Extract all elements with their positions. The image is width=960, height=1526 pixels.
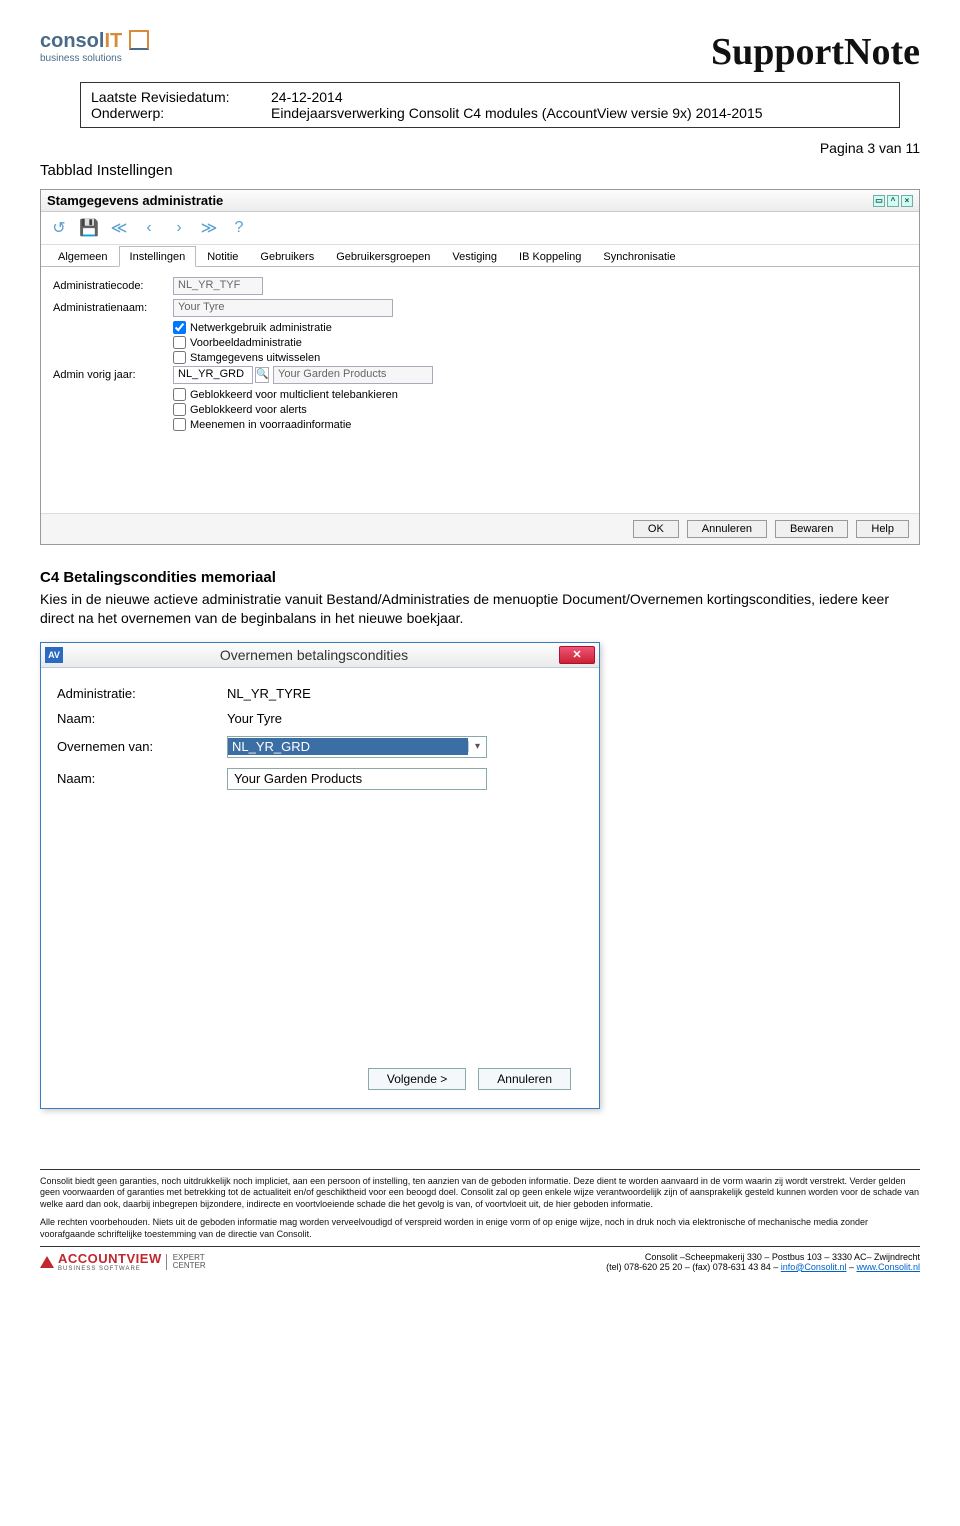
tab-synchronisatie[interactable]: Synchronisatie [592, 246, 686, 267]
prev-icon[interactable]: ‹ [139, 218, 159, 238]
last-icon[interactable]: ≫ [199, 218, 219, 238]
footer-web-link[interactable]: www.Consolit.nl [856, 1262, 920, 1272]
save-icon[interactable]: 💾 [79, 218, 99, 238]
expert-line2: CENTER [173, 1262, 206, 1270]
dlg-overnemen-label: Overnemen van: [57, 739, 227, 754]
revision-label: Laatste Revisiedatum: [91, 89, 271, 105]
toolbar: ↺ 💾 ≪ ‹ › ≫ ? [41, 212, 919, 245]
app-icon: AV [45, 647, 63, 663]
vorigjaar-name-input: Your Garden Products [273, 366, 433, 384]
tab-algemeen[interactable]: Algemeen [47, 246, 119, 267]
save-button[interactable]: Bewaren [775, 520, 848, 538]
revision-value: 24-12-2014 [271, 89, 889, 105]
section-title: Tabblad Instellingen [40, 162, 920, 179]
cancel-button[interactable]: Annuleren [687, 520, 767, 538]
subject-label: Onderwerp: [91, 105, 271, 121]
admincode-input[interactable]: NL_YR_TYF [173, 277, 263, 295]
screenshot-dialog: AV Overnemen betalingscondities ✕ Admini… [40, 642, 600, 1109]
page-title: SupportNote [240, 30, 920, 74]
chk-stam-label: Stamgegevens uitwisselen [190, 352, 320, 364]
adminnaam-label: Administratienaam: [53, 302, 173, 314]
tab-instellingen[interactable]: Instellingen [119, 246, 197, 267]
tab-ibkoppeling[interactable]: IB Koppeling [508, 246, 592, 267]
first-icon[interactable]: ≪ [109, 218, 129, 238]
accountview-logo: ACCOUNTVIEW BUSINESS SOFTWARE EXPERT CEN… [40, 1251, 260, 1272]
next-icon[interactable]: › [169, 218, 189, 238]
footer-tel: (tel) 078-620 25 20 – (fax) 078-631 43 8… [606, 1262, 781, 1272]
window-pin-icon[interactable]: ▭ [873, 195, 885, 207]
logo-text-1: consol [40, 30, 104, 52]
lookup-icon[interactable]: 🔍 [255, 367, 269, 383]
close-icon[interactable]: ✕ [559, 646, 595, 664]
chk-netwerk[interactable] [173, 321, 186, 334]
chk-alerts-label: Geblokkeerd voor alerts [190, 404, 307, 416]
meta-box: Laatste Revisiedatum: 24-12-2014 Onderwe… [80, 82, 900, 128]
next-button[interactable]: Volgende > [368, 1068, 466, 1090]
dlg-cancel-button[interactable]: Annuleren [478, 1068, 571, 1090]
body-heading: C4 Betalingscondities memoriaal [40, 569, 920, 586]
logo-text-2: IT [104, 30, 122, 52]
ok-button[interactable]: OK [633, 520, 679, 538]
page-number: Pagina 3 van 11 [40, 140, 920, 156]
chk-stam[interactable] [173, 351, 186, 364]
footer-email-link[interactable]: info@Consolit.nl [781, 1262, 847, 1272]
tab-notitie[interactable]: Notitie [196, 246, 249, 267]
dlg-overnemen-value: NL_YR_GRD [228, 738, 468, 755]
dlg-naam1-value: Your Tyre [227, 711, 583, 726]
footer-sep: – [846, 1262, 856, 1272]
dlg-admin-value: NL_YR_TYRE [227, 686, 583, 701]
chk-voorraad[interactable] [173, 418, 186, 431]
logo-subtitle: business solutions [40, 53, 240, 64]
disclaimer-p1: Consolit biedt geen garanties, noch uitd… [40, 1176, 920, 1211]
chevron-down-icon[interactable]: ▾ [468, 741, 486, 752]
tabs: Algemeen Instellingen Notitie Gebruikers… [41, 245, 919, 267]
dialog-title: Overnemen betalingscondities [69, 647, 559, 663]
help-icon[interactable]: ? [229, 218, 249, 238]
vorigjaar-code-input[interactable]: NL_YR_GRD [173, 366, 253, 384]
tab-vestiging[interactable]: Vestiging [441, 246, 508, 267]
chk-multi-label: Geblokkeerd voor multiclient telebankier… [190, 389, 398, 401]
chk-alerts[interactable] [173, 403, 186, 416]
consolit-logo: consolIT business solutions [40, 30, 240, 64]
dlg-overnemen-select[interactable]: NL_YR_GRD ▾ [227, 736, 487, 758]
triangle-icon [40, 1256, 54, 1268]
dlg-naam2-value: Your Garden Products [227, 768, 487, 790]
av-logo-sub: BUSINESS SOFTWARE [58, 1266, 162, 1272]
undo-icon[interactable]: ↺ [49, 218, 69, 238]
subject-value: Eindejaarsverwerking Consolit C4 modules… [271, 105, 889, 121]
footer-address: Consolit –Scheepmakerij 330 – Postbus 10… [260, 1252, 920, 1262]
chk-netwerk-label: Netwerkgebruik administratie [190, 322, 332, 334]
chk-multi[interactable] [173, 388, 186, 401]
window-up-icon[interactable]: ^ [887, 195, 899, 207]
tab-gebruikers[interactable]: Gebruikers [249, 246, 325, 267]
vorigjaar-label: Admin vorig jaar: [53, 369, 173, 381]
logo-square-icon [129, 30, 149, 50]
dlg-naam1-label: Naam: [57, 711, 227, 726]
window-close-icon[interactable]: × [901, 195, 913, 207]
body-paragraph: Kies in de nieuwe actieve administratie … [40, 590, 920, 628]
help-button[interactable]: Help [856, 520, 909, 538]
av-logo-text: ACCOUNTVIEW [58, 1251, 162, 1266]
footer-contact: Consolit –Scheepmakerij 330 – Postbus 10… [260, 1252, 920, 1272]
admincode-label: Administratiecode: [53, 280, 173, 292]
chk-voorraad-label: Meenemen in voorraadinformatie [190, 419, 351, 431]
chk-voorbeeld-label: Voorbeeldadministratie [190, 337, 302, 349]
divider [40, 1169, 920, 1170]
dlg-admin-label: Administratie: [57, 686, 227, 701]
window-title: Stamgegevens administratie [47, 193, 223, 208]
dlg-naam2-label: Naam: [57, 771, 227, 786]
chk-voorbeeld[interactable] [173, 336, 186, 349]
tab-gebruikersgroepen[interactable]: Gebruikersgroepen [325, 246, 441, 267]
disclaimer-p2: Alle rechten voorbehouden. Niets uit de … [40, 1217, 920, 1240]
adminnaam-input[interactable]: Your Tyre [173, 299, 393, 317]
screenshot-settings-window: Stamgegevens administratie ▭ ^ × ↺ 💾 ≪ ‹… [40, 189, 920, 545]
